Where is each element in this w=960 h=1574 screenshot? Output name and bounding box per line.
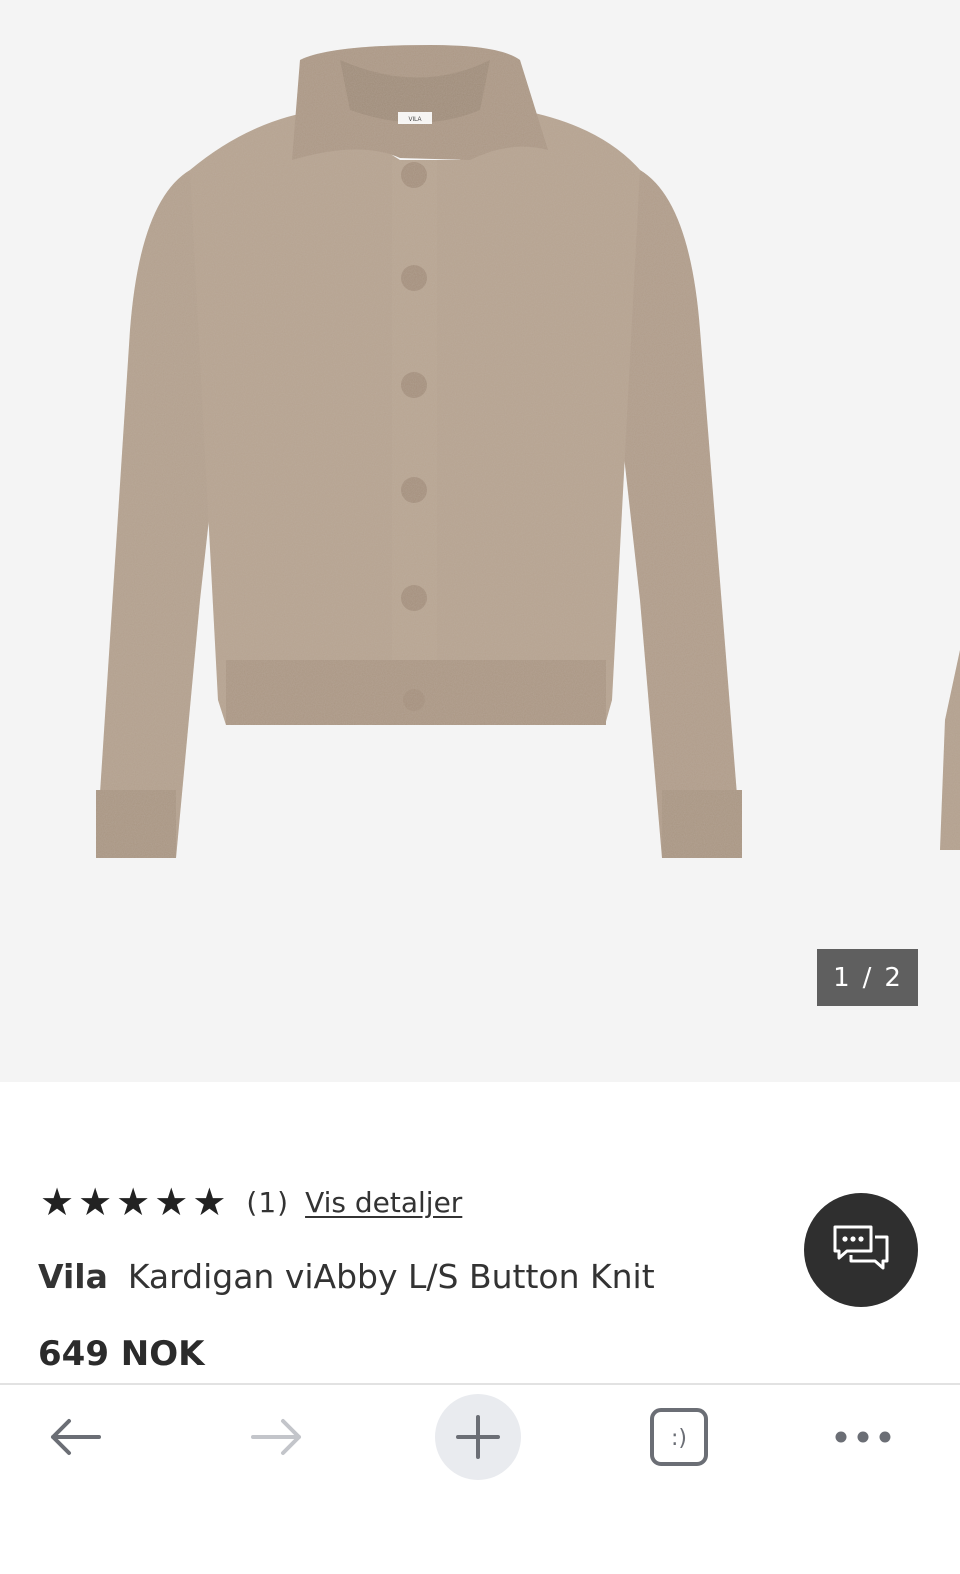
plus-icon bbox=[456, 1415, 500, 1459]
rating-row: ★ ★ ★ ★ ★ (1) Vis detaljer bbox=[40, 1182, 462, 1222]
view-details-link[interactable]: Vis detaljer bbox=[305, 1186, 462, 1219]
tabs-button[interactable]: :) bbox=[636, 1397, 722, 1477]
arrow-left-icon bbox=[51, 1419, 101, 1455]
star-icon: ★ bbox=[78, 1180, 113, 1224]
rating-stars: ★ ★ ★ ★ ★ bbox=[40, 1182, 226, 1222]
review-count: (1) bbox=[246, 1185, 290, 1219]
image-counter-current: 1 bbox=[833, 962, 851, 993]
browser-toolbar: :) bbox=[0, 1383, 960, 1574]
image-counter-separator: / bbox=[862, 962, 873, 993]
more-button[interactable] bbox=[818, 1397, 908, 1477]
arrow-right-icon bbox=[251, 1419, 301, 1455]
back-button[interactable] bbox=[30, 1397, 120, 1477]
tabs-label: :) bbox=[671, 1426, 687, 1451]
forward-button[interactable] bbox=[232, 1397, 322, 1477]
image-counter: 1 / 2 bbox=[817, 949, 918, 1006]
star-icon: ★ bbox=[40, 1180, 75, 1224]
brand-name: Vila bbox=[38, 1257, 108, 1296]
product-image[interactable]: VILA bbox=[0, 0, 960, 1082]
more-dots-icon bbox=[835, 1431, 891, 1443]
product-info: ★ ★ ★ ★ ★ (1) Vis detaljer Vila Kardigan… bbox=[0, 1082, 960, 1384]
tabs-icon: :) bbox=[650, 1408, 708, 1466]
star-icon: ★ bbox=[154, 1180, 189, 1224]
new-tab-button[interactable] bbox=[435, 1394, 521, 1480]
image-counter-total: 2 bbox=[884, 962, 902, 993]
chat-button[interactable] bbox=[804, 1193, 918, 1307]
product-name: Kardigan viAbby L/S Button Knit bbox=[127, 1257, 655, 1296]
product-title: Vila Kardigan viAbby L/S Button Knit bbox=[38, 1257, 655, 1296]
brand-label-tag: VILA bbox=[408, 117, 421, 123]
product-image-gallery[interactable]: VILA 1 / 2 bbox=[0, 0, 960, 1082]
star-icon: ★ bbox=[116, 1180, 151, 1224]
star-icon: ★ bbox=[192, 1180, 227, 1224]
product-price: 649 NOK bbox=[38, 1334, 205, 1374]
chat-bubbles-icon bbox=[833, 1225, 889, 1270]
